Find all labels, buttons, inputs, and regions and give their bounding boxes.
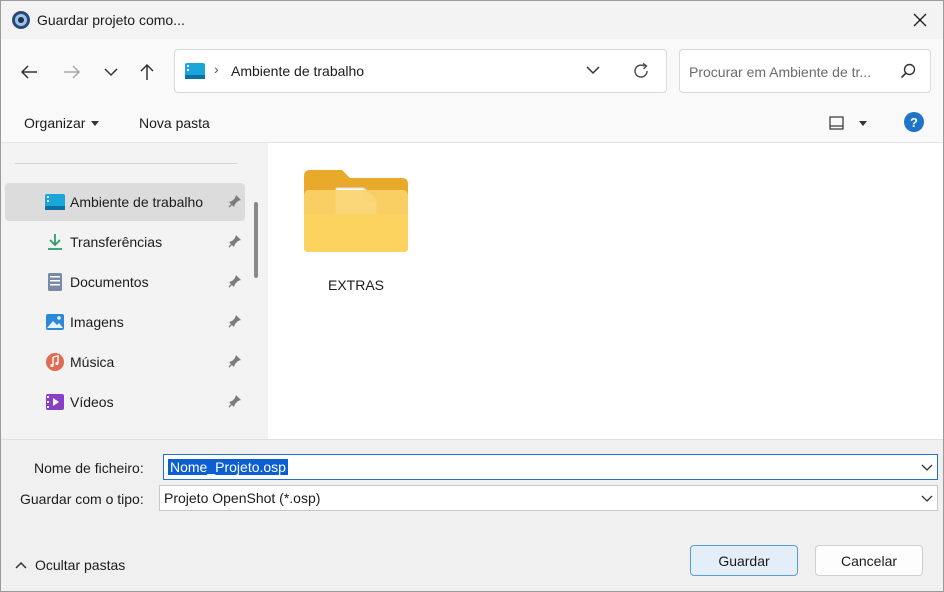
folder-icon xyxy=(304,170,408,252)
sidebar-divider xyxy=(15,163,237,164)
pin-icon xyxy=(228,235,241,248)
navigation-bar: › Ambiente de trabalho Procurar em Ambie… xyxy=(1,39,943,103)
hide-folders-label: Ocultar pastas xyxy=(35,557,126,573)
sidebar-item-partial[interactable] xyxy=(5,427,245,439)
openshot-app-icon xyxy=(12,11,30,29)
breadcrumb-separator-icon: › xyxy=(214,61,219,77)
sidebar-item-downloads[interactable]: Transferências xyxy=(5,223,245,261)
filetype-select[interactable]: Projeto OpenShot (*.osp) xyxy=(159,485,938,511)
search-placeholder: Procurar em Ambiente de tr... xyxy=(689,64,872,80)
filename-input[interactable]: Nome_Projeto.osp xyxy=(163,454,938,480)
documents-icon xyxy=(48,273,62,291)
help-button[interactable]: ? xyxy=(904,112,924,132)
caret-down-icon xyxy=(91,121,100,126)
download-icon xyxy=(48,234,62,250)
search-icon xyxy=(900,63,916,79)
save-form: Nome de ficheiro: Nome_Projeto.osp Guard… xyxy=(1,439,943,523)
dialog-footer: Ocultar pastas Guardar Cancelar xyxy=(1,523,943,591)
sidebar-item-desktop[interactable]: Ambiente de trabalho xyxy=(5,183,245,221)
pin-icon xyxy=(228,315,241,328)
sidebar-item-label: Transferências xyxy=(70,234,163,250)
sidebar-item-label: Música xyxy=(70,354,115,370)
sidebar-scrollbar[interactable] xyxy=(254,202,258,278)
chevron-down-icon[interactable] xyxy=(921,492,933,504)
file-list: EXTRAS xyxy=(268,143,943,439)
title-bar: Guardar projeto como... xyxy=(1,1,943,39)
breadcrumb-current[interactable]: Ambiente de trabalho xyxy=(231,63,364,79)
organize-menu-button[interactable]: Organizar xyxy=(24,115,100,131)
sidebar-item-documents[interactable]: Documentos xyxy=(5,263,245,301)
search-box[interactable]: Procurar em Ambiente de tr... xyxy=(679,49,931,93)
new-folder-button[interactable]: Nova pasta xyxy=(139,115,210,131)
arrow-right-icon xyxy=(64,65,81,79)
sidebar-item-videos[interactable]: Vídeos xyxy=(5,383,245,421)
save-dialog: Guardar projeto como... › Ambiente de tr… xyxy=(0,0,944,592)
chevron-down-icon xyxy=(104,68,118,77)
recent-locations-button[interactable] xyxy=(98,59,124,85)
pin-icon xyxy=(228,275,241,288)
videos-icon xyxy=(46,394,64,410)
desktop-icon xyxy=(185,63,205,79)
sidebar-item-label: Vídeos xyxy=(70,394,114,410)
sidebar-item-label: Ambiente de trabalho xyxy=(70,194,204,210)
chevron-down-icon[interactable] xyxy=(921,461,933,473)
close-icon xyxy=(913,13,927,27)
navigation-pane: Ambiente de trabalho Transferências Docu… xyxy=(1,143,267,439)
close-button[interactable] xyxy=(897,1,943,39)
pictures-icon xyxy=(46,314,64,330)
filetype-label: Guardar com o tipo: xyxy=(20,491,144,507)
filename-value: Nome_Projeto.osp xyxy=(168,459,288,475)
hide-folders-button[interactable]: Ocultar pastas xyxy=(15,557,125,573)
chevron-up-icon xyxy=(15,561,27,569)
cancel-button[interactable]: Cancelar xyxy=(815,545,923,576)
sidebar-item-pictures[interactable]: Imagens xyxy=(5,303,245,341)
filetype-value: Projeto OpenShot (*.osp) xyxy=(164,490,321,506)
organize-label: Organizar xyxy=(24,115,86,131)
back-button[interactable] xyxy=(16,59,42,85)
sidebar-item-label: Imagens xyxy=(70,314,124,330)
forward-button[interactable] xyxy=(59,59,85,85)
folder-label: EXTRAS xyxy=(327,277,384,293)
pin-icon xyxy=(228,195,241,208)
desktop-icon xyxy=(45,194,65,210)
view-options-icon[interactable] xyxy=(829,115,845,131)
refresh-icon[interactable] xyxy=(631,61,651,81)
window-title: Guardar projeto como... xyxy=(37,12,185,28)
music-icon xyxy=(46,353,64,371)
address-bar[interactable]: › Ambiente de trabalho xyxy=(174,49,667,93)
pin-icon xyxy=(228,355,241,368)
arrow-up-icon xyxy=(140,63,154,80)
new-folder-label: Nova pasta xyxy=(139,115,210,131)
save-button[interactable]: Guardar xyxy=(690,545,798,576)
filename-label: Nome de ficheiro: xyxy=(34,460,144,476)
sidebar-item-label: Documentos xyxy=(70,274,149,290)
pin-icon xyxy=(228,395,241,408)
command-bar: Organizar Nova pasta xyxy=(1,103,943,143)
arrow-left-icon xyxy=(20,65,37,79)
address-history-chevron-icon[interactable] xyxy=(585,62,601,78)
view-menu-caret-icon[interactable] xyxy=(859,121,867,126)
sidebar-item-music[interactable]: Música xyxy=(5,343,245,381)
up-button[interactable] xyxy=(134,59,160,85)
